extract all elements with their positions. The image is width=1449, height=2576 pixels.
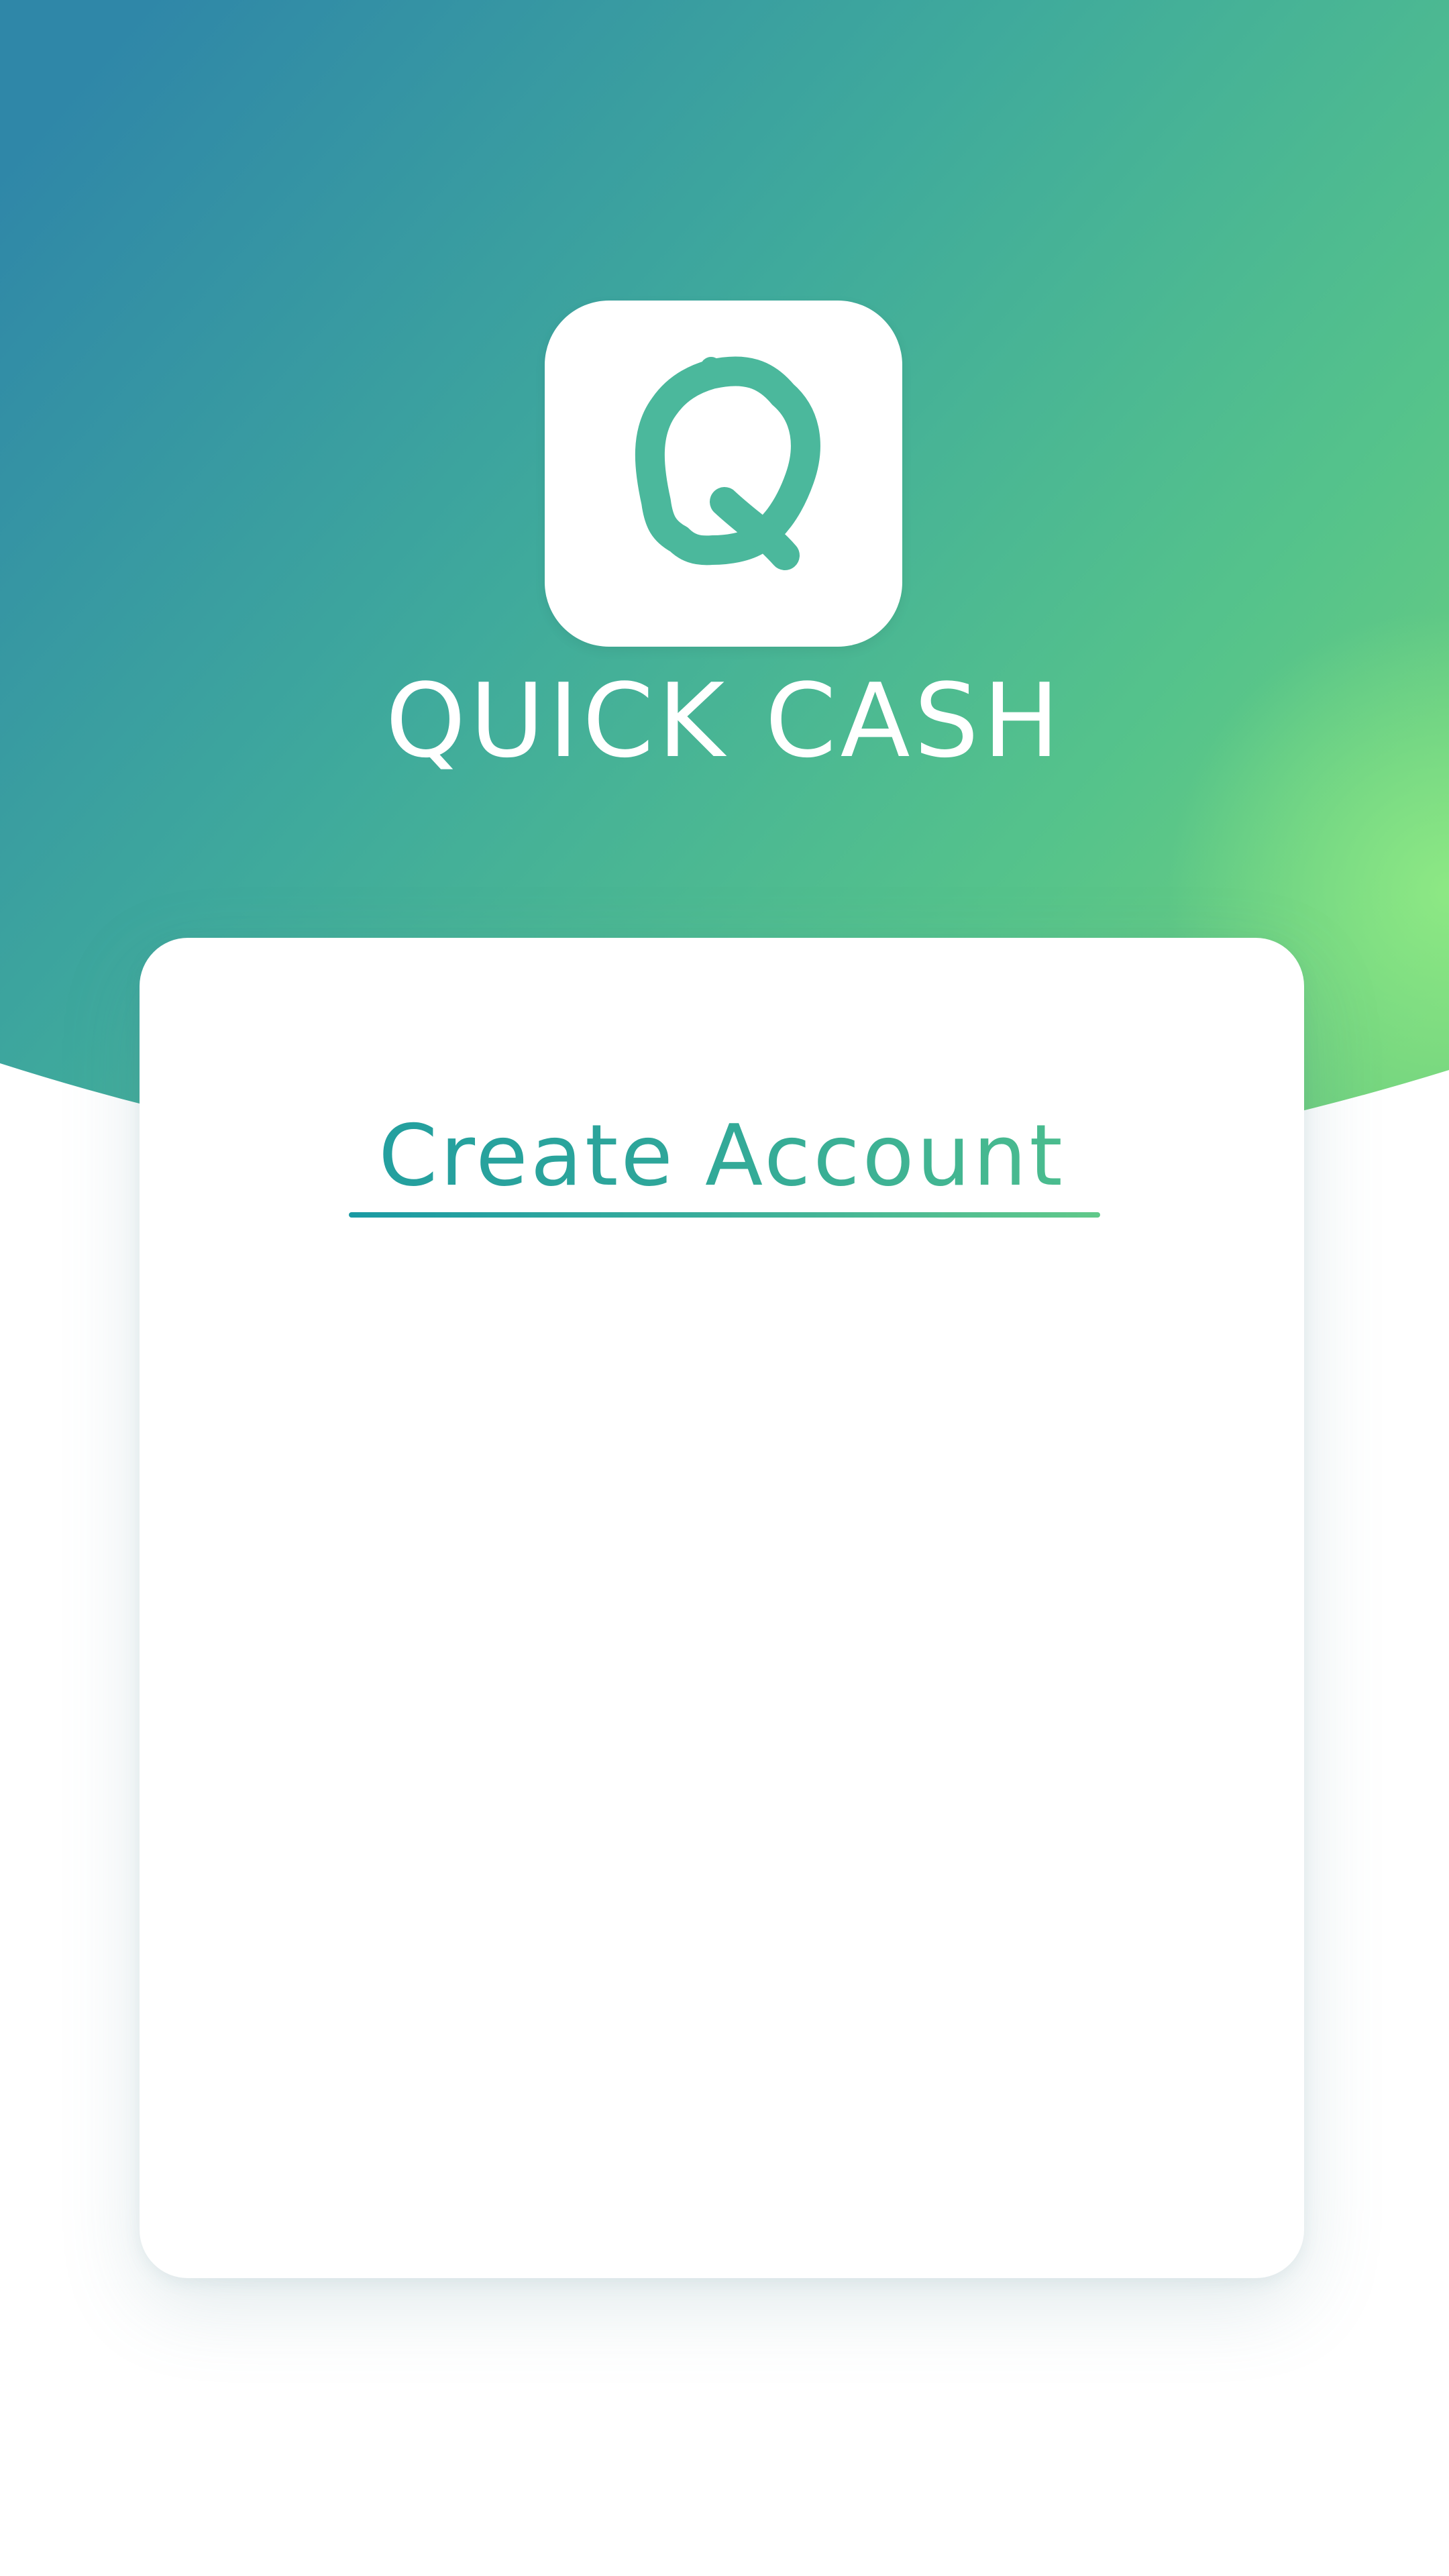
app-logo <box>545 301 902 647</box>
create-account-card: Create Account <box>140 938 1304 2278</box>
signup-screen: QUICK CASH Create Account <box>0 0 1449 2576</box>
q-letter-logo-icon <box>635 356 820 570</box>
form-title: Create Account <box>140 1106 1304 1206</box>
title-underline <box>349 1212 1100 1218</box>
app-name: QUICK CASH <box>385 661 1064 780</box>
